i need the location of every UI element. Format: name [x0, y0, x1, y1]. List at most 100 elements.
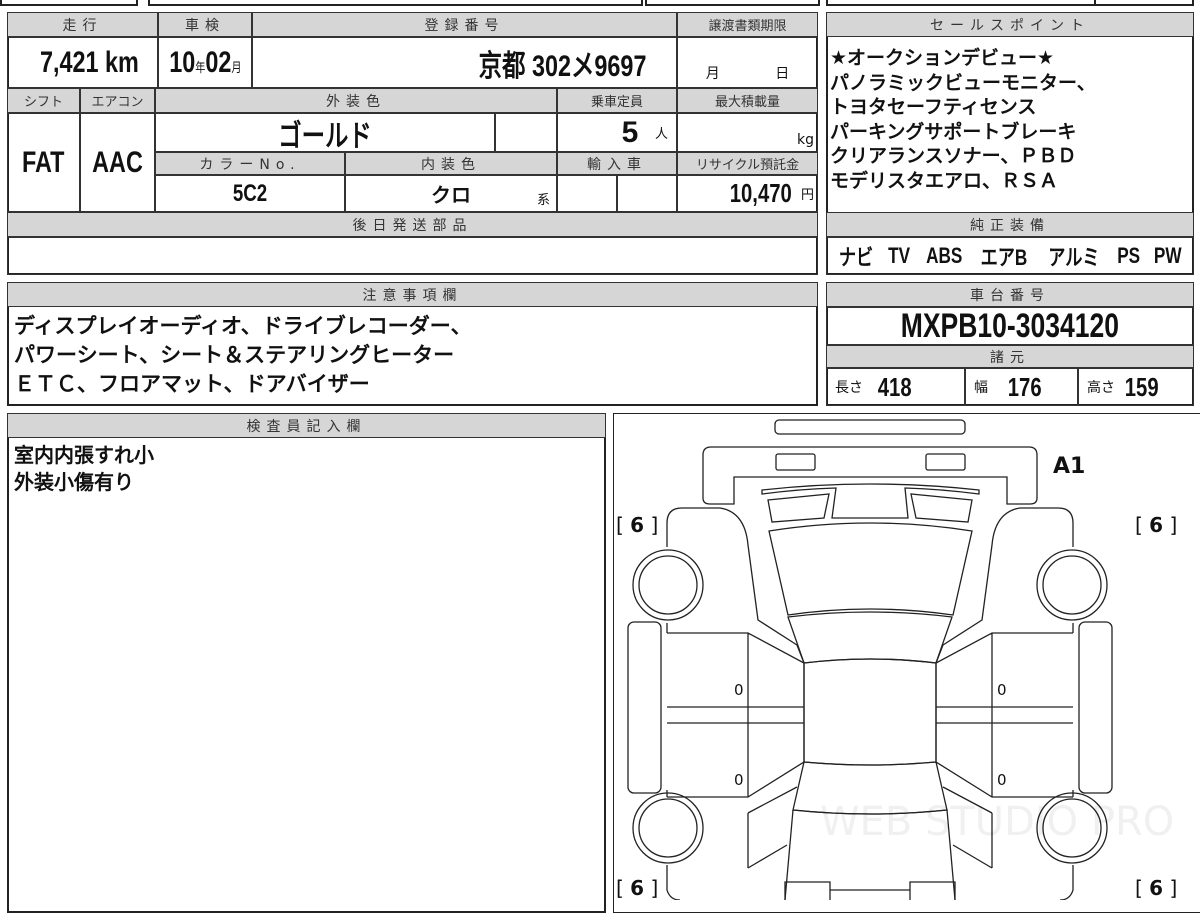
door-mark-right-front: 0 [997, 681, 1007, 699]
chassis-header: 車台番号 [826, 282, 1194, 307]
door-mark-right-rear: 0 [997, 771, 1007, 789]
roof [803, 658, 937, 766]
equipment-item: TV [888, 243, 911, 268]
inspection-year: 10 [168, 45, 195, 79]
notes-line: ディスプレイオーディオ、ドライブレコーダー、 [14, 314, 472, 338]
recycle-fee-number: 10,470 [730, 178, 793, 208]
length-label: 長さ [835, 380, 863, 396]
notes-text: ディスプレイオーディオ、ドライブレコーダー、 パワーシート、シート＆ステアリングヒ… [8, 310, 478, 401]
mileage-header: 走行 [7, 12, 158, 37]
color-no-header: カラーNo. [155, 152, 345, 175]
inspection-month: 02 [205, 45, 232, 79]
capacity-header: 乗車定員 [557, 88, 677, 113]
wheel-rear-left [632, 792, 704, 864]
windshield [787, 611, 953, 664]
left-front-fender [666, 507, 805, 664]
year-unit: 年 [194, 59, 205, 75]
top-cut-box-3 [645, 0, 820, 6]
aircon-text: AAC [92, 145, 143, 179]
inspector-line: 外装小傷有り [14, 470, 134, 494]
month-unit: 月 [231, 59, 242, 75]
specs-header: 諸元 [826, 345, 1194, 368]
tire-mark-rear-left: [ 6 ] [616, 876, 658, 900]
imported-header: 輸入車 [557, 152, 677, 175]
inspector-line: 室内内張すれ小 [14, 443, 154, 467]
wheel-front-right [1036, 549, 1108, 621]
car-diagram-svg: A1 [ 6 ] [ 6 ] [ 6 ] [ 6 ] 0 0 0 0 WEB S… [616, 419, 1177, 900]
recycle-fee-unit: 円 [800, 187, 814, 202]
equipment-item: アルミ [1048, 245, 1100, 270]
headlight-left [775, 453, 816, 471]
inspection-value: 10年02月 [158, 37, 252, 88]
equipment-list: ナビ TV ABS エアB アルミ PS PW [826, 237, 1194, 275]
tire-mark-front-right: [ 6 ] [1135, 513, 1177, 537]
sales-points-list: ★オークションデビュー★ パノラミックビューモニター、 トヨタセーフティセンス パーキ… [824, 44, 1102, 195]
sales-point-line: パノラミックビューモニター、 [830, 71, 1096, 94]
left-sill [627, 621, 662, 794]
recycle-fee-value: 10,470 円 [677, 175, 818, 212]
interior-color-value: クロ 系 [345, 175, 557, 212]
chassis-number: MXPB10-3034120 [826, 307, 1194, 345]
wheel-front-left [632, 549, 704, 621]
headlight-right [925, 453, 966, 471]
spec-height: 高さ 159 [1078, 368, 1194, 406]
exterior-color-text: ゴールド [278, 119, 372, 152]
equipment-item: エアB [980, 245, 1028, 270]
mark-front-bumper: A1 [1053, 454, 1085, 479]
top-cut-box-5 [1094, 0, 1194, 6]
color-no-value: 5C2 [155, 175, 345, 212]
notes-line: ＥＴＣ、フロアマット、ドアバイザー [14, 372, 370, 396]
door-mark-left-rear: 0 [734, 771, 744, 789]
right-front-fender [935, 507, 1074, 664]
imported-value-1 [557, 175, 617, 212]
capacity-number: 5 [621, 115, 639, 149]
sales-points-header: セールスポイント [826, 12, 1194, 37]
later-parts-value [7, 237, 818, 275]
later-parts-header: 後日発送部品 [7, 212, 818, 237]
max-load-header: 最大積載量 [677, 88, 818, 113]
width-label: 幅 [974, 380, 988, 396]
grille [761, 483, 980, 523]
sales-point-line: ★オークションデビュー★ [830, 47, 1055, 69]
registration-header: 登録番号 [252, 12, 677, 37]
imported-value-2 [617, 175, 677, 212]
front-bumper-strip [774, 419, 966, 435]
tire-mark-rear-right: [ 6 ] [1135, 876, 1177, 900]
registration-value: 京都 302メ9697 [252, 37, 677, 88]
watermark: WEB STUDIO PRO [820, 799, 1174, 845]
registration-number: 京都 302メ9697 [478, 49, 647, 83]
spec-length: 長さ 418 [826, 368, 965, 406]
tire-mark-front-left: [ 6 ] [616, 513, 658, 537]
mileage-value: 7,421 km [7, 37, 158, 88]
spec-width: 幅 176 [965, 368, 1078, 406]
rear-bumper [784, 881, 956, 900]
top-cut-box-4 [826, 0, 1096, 6]
transfer-day-unit: 日 [775, 66, 790, 82]
length-value: 418 [877, 371, 912, 402]
equipment-item: ABS [925, 243, 962, 268]
sales-point-line: モデリスタエアロ、ＲＳＡ [830, 169, 1059, 192]
inspector-header: 検査員記入欄 [7, 413, 606, 438]
equipment-item: PS [1116, 243, 1140, 268]
equipment-item: ナビ [839, 245, 874, 270]
sales-point-line: トヨタセーフティセンス [830, 96, 1037, 118]
front-bumper [702, 446, 1038, 505]
recycle-fee-header: リサイクル預託金 [677, 152, 818, 175]
chassis-number-text: MXPB10-3034120 [900, 307, 1120, 345]
hood [768, 522, 973, 616]
notes-line: パワーシート、シート＆ステアリングヒーター [14, 343, 455, 367]
sales-point-line: クリアランスソナー、ＰＢＤ [830, 145, 1077, 167]
equipment-item: PW [1153, 243, 1182, 268]
sales-point-line: パーキングサポートブレーキ [830, 120, 1077, 143]
exterior-color-extra [495, 113, 557, 152]
aircon-value: AAC [80, 113, 155, 212]
aircon-header: エアコン [80, 88, 155, 113]
shift-header: シフト [7, 88, 80, 113]
top-cut-box-1 [0, 0, 138, 6]
interior-suffix: 系 [536, 193, 550, 208]
mileage-unit: km [105, 45, 140, 79]
shift-value: FAT [7, 113, 80, 212]
equipment-header: 純正装備 [826, 212, 1194, 237]
transfer-month-unit: 月 [705, 66, 720, 82]
height-value: 159 [1124, 371, 1159, 402]
